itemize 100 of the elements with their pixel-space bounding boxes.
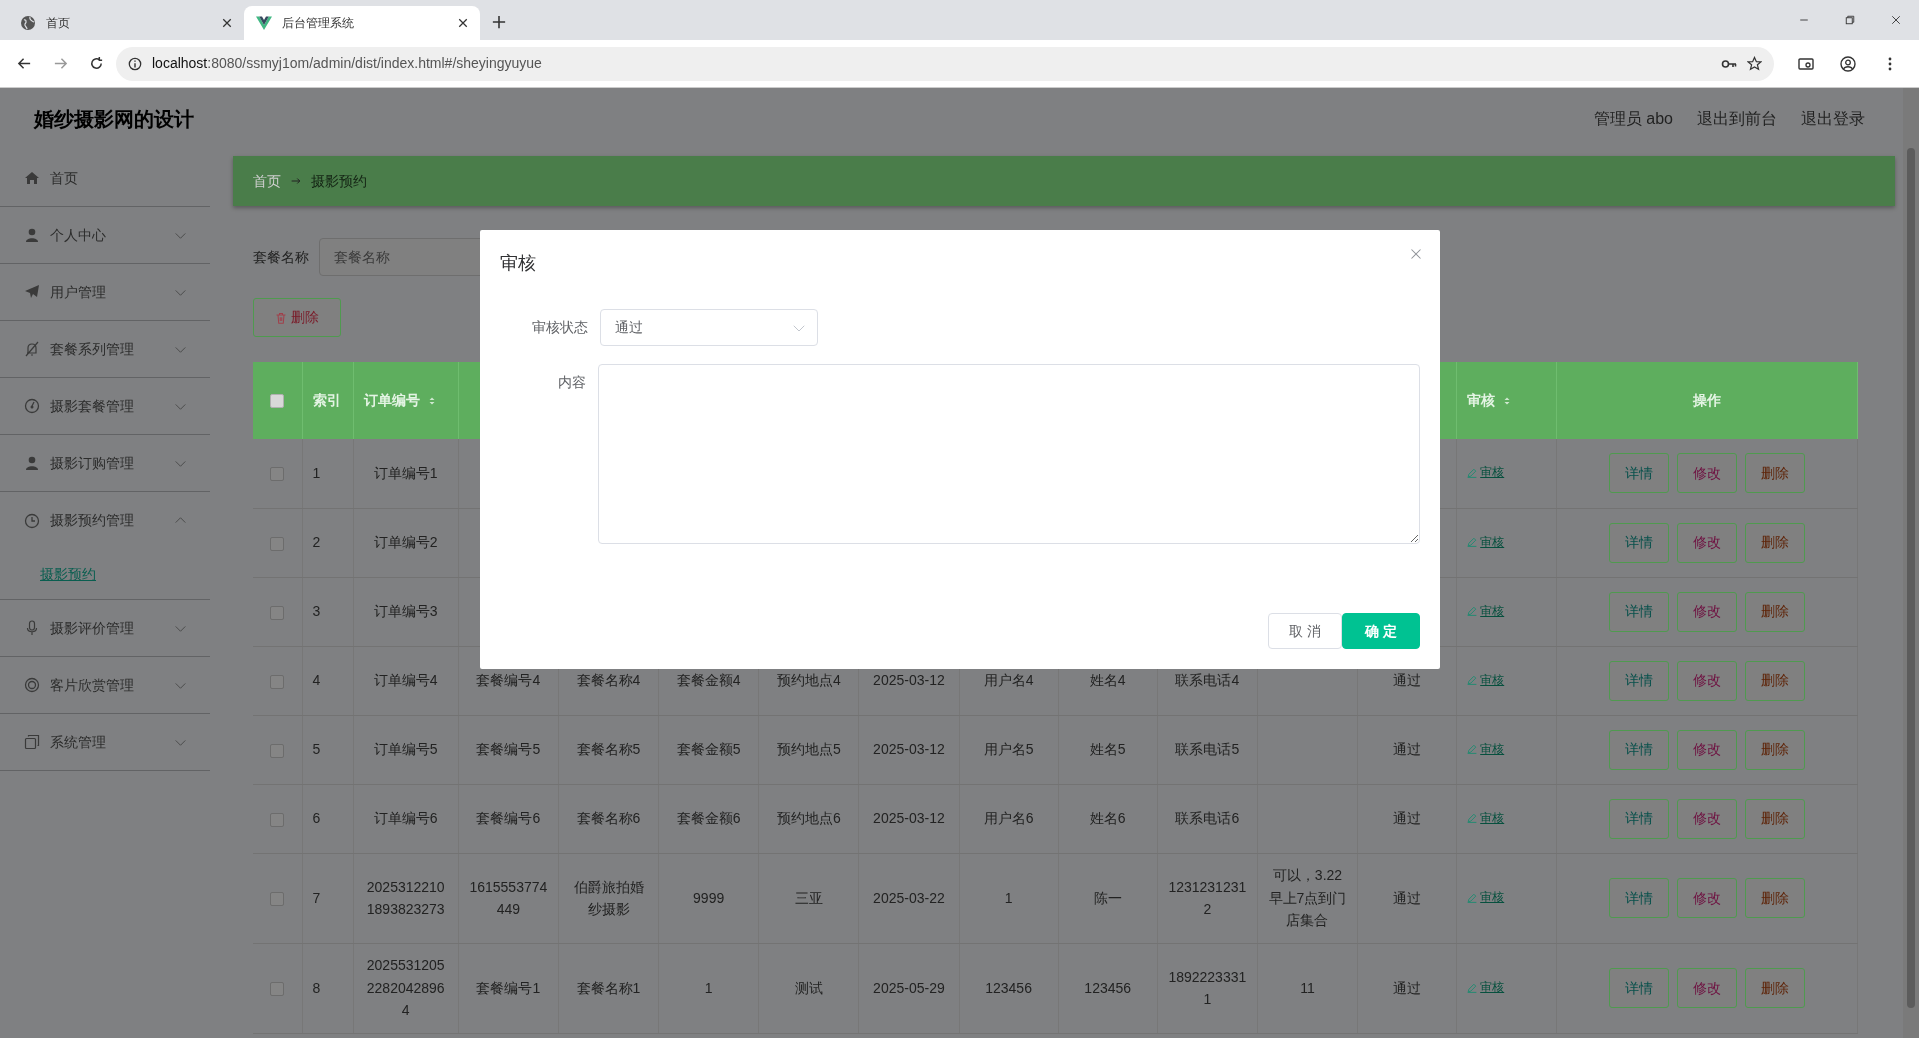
checkbox[interactable] <box>270 536 285 551</box>
forward-icon[interactable] <box>52 56 68 71</box>
table-cell: 订单编号6 <box>373 810 438 827</box>
browser-tab[interactable]: 后台管理系统 <box>244 6 480 40</box>
table-cell: 套餐金额6 <box>676 810 741 827</box>
action-button[interactable]: 详情 <box>1609 968 1670 1008</box>
table-cell: 20253122101893823273 <box>366 878 445 917</box>
star-icon[interactable] <box>1747 56 1762 71</box>
table-cell: 通过 <box>1393 810 1422 827</box>
action-button[interactable]: 删除 <box>1745 798 1806 839</box>
close-icon[interactable] <box>1890 14 1902 26</box>
action-button[interactable]: 删除 <box>1745 453 1806 494</box>
lifebuoy-icon <box>24 677 40 693</box>
action-button[interactable]: 修改 <box>1677 591 1738 632</box>
delete-button[interactable]: 删除 <box>253 298 341 337</box>
action-button[interactable]: 删除 <box>1745 522 1806 563</box>
checkbox[interactable] <box>270 467 285 482</box>
action-button[interactable]: 修改 <box>1677 878 1738 918</box>
action-button[interactable]: 修改 <box>1677 798 1738 839</box>
action-button[interactable]: 删除 <box>1745 591 1806 632</box>
new-tab-icon[interactable] <box>492 15 506 29</box>
content-field[interactable] <box>598 364 1420 544</box>
sidebar-item[interactable]: 个人中心 <box>0 207 210 264</box>
profile-icon[interactable] <box>1840 55 1856 72</box>
action-button[interactable]: 删除 <box>1745 878 1806 918</box>
audit-link[interactable]: 审核 <box>1467 463 1505 483</box>
back-icon[interactable] <box>16 56 32 71</box>
audit-link[interactable]: 审核 <box>1467 532 1505 552</box>
table-cell: 1 <box>704 979 713 996</box>
action-button[interactable]: 修改 <box>1677 968 1738 1008</box>
close-button[interactable] <box>1410 248 1422 260</box>
column-header: 索引 <box>312 392 341 408</box>
table-cell: 12312312312 <box>1168 878 1247 917</box>
reload-icon[interactable] <box>88 56 104 71</box>
checkbox[interactable] <box>270 812 285 827</box>
audit-link[interactable]: 审核 <box>1467 670 1505 690</box>
checkbox[interactable] <box>270 982 285 997</box>
action-button[interactable]: 修改 <box>1677 522 1738 563</box>
action-button[interactable]: 详情 <box>1609 660 1670 701</box>
header-link[interactable]: 管理员 abo <box>1593 107 1673 131</box>
tab-search-icon[interactable] <box>1798 55 1814 72</box>
audit-link[interactable]: 审核 <box>1467 888 1505 908</box>
sidebar-item[interactable]: 首页 <box>0 150 210 207</box>
table-cell: 订单编号1 <box>373 465 438 482</box>
sidebar-subitem[interactable]: 摄影预约 <box>40 563 96 585</box>
action-button[interactable]: 修改 <box>1677 453 1738 494</box>
audit-link[interactable]: 审核 <box>1467 978 1505 998</box>
table-cell: 用户名5 <box>983 741 1034 758</box>
cancel-button[interactable]: 取 消 <box>1268 613 1343 649</box>
close-icon <box>1410 248 1422 260</box>
action-button[interactable]: 详情 <box>1609 798 1670 839</box>
action-button[interactable]: 修改 <box>1677 660 1738 701</box>
action-button[interactable]: 修改 <box>1677 729 1738 770</box>
sidebar-item[interactable]: 摄影套餐管理 <box>0 378 210 435</box>
vue-logo-icon <box>256 15 272 31</box>
audit-link[interactable]: 审核 <box>1467 739 1505 759</box>
audit-link[interactable]: 审核 <box>1467 808 1505 828</box>
action-button[interactable]: 删除 <box>1745 729 1806 770</box>
sidebar-item[interactable]: 用户管理 <box>0 264 210 321</box>
action-button[interactable]: 删除 <box>1745 968 1806 1008</box>
checkbox[interactable] <box>270 674 285 689</box>
table-cell: 5 <box>312 741 321 758</box>
table-cell: 通过 <box>1393 979 1422 996</box>
close-icon[interactable] <box>458 18 468 28</box>
scrollbar[interactable] <box>1903 88 1919 1038</box>
table-cell: 2025-03-22 <box>873 889 945 906</box>
sidebar-item[interactable]: 套餐系列管理 <box>0 321 210 378</box>
sidebar-item[interactable]: 摄影评价管理 <box>0 600 210 657</box>
column-header[interactable]: 审核 <box>1467 392 1496 408</box>
sidebar-item[interactable]: 摄影订购管理 <box>0 435 210 492</box>
table-cell: 姓名5 <box>1089 741 1126 758</box>
table-cell: 套餐编号4 <box>476 672 541 689</box>
checkbox[interactable] <box>270 394 285 409</box>
action-button[interactable]: 删除 <box>1745 660 1806 701</box>
checkbox[interactable] <box>270 605 285 620</box>
confirm-button[interactable]: 确 定 <box>1342 613 1420 649</box>
sidebar-item[interactable]: 系统管理 <box>0 714 210 771</box>
tab-title: 首页 <box>46 15 71 32</box>
header-link[interactable]: 退出到前台 <box>1697 107 1777 131</box>
sidebar-item[interactable]: 客片欣赏管理 <box>0 657 210 714</box>
header-link[interactable]: 退出登录 <box>1801 107 1865 131</box>
status-select[interactable]: 通过 <box>600 309 818 346</box>
info-icon[interactable] <box>128 56 142 71</box>
restore-icon[interactable] <box>1844 14 1856 26</box>
action-button[interactable]: 详情 <box>1609 878 1670 918</box>
audit-link[interactable]: 审核 <box>1467 601 1505 621</box>
checkbox[interactable] <box>270 892 285 907</box>
edit-icon <box>1467 982 1478 993</box>
action-button[interactable]: 详情 <box>1609 729 1670 770</box>
action-button[interactable]: 详情 <box>1609 591 1670 632</box>
close-icon[interactable] <box>222 18 232 28</box>
table-cell: 6 <box>312 810 321 827</box>
breadcrumb-item[interactable]: 首页 <box>253 170 281 192</box>
browser-tab[interactable]: 首页 <box>8 6 244 40</box>
action-button[interactable]: 详情 <box>1609 453 1670 494</box>
clock-icon <box>24 512 40 529</box>
action-button[interactable]: 详情 <box>1609 522 1670 563</box>
sidebar-item[interactable]: 摄影预约管理 <box>0 492 210 549</box>
column-header[interactable]: 订单编号 <box>363 392 420 408</box>
checkbox[interactable] <box>270 743 285 758</box>
